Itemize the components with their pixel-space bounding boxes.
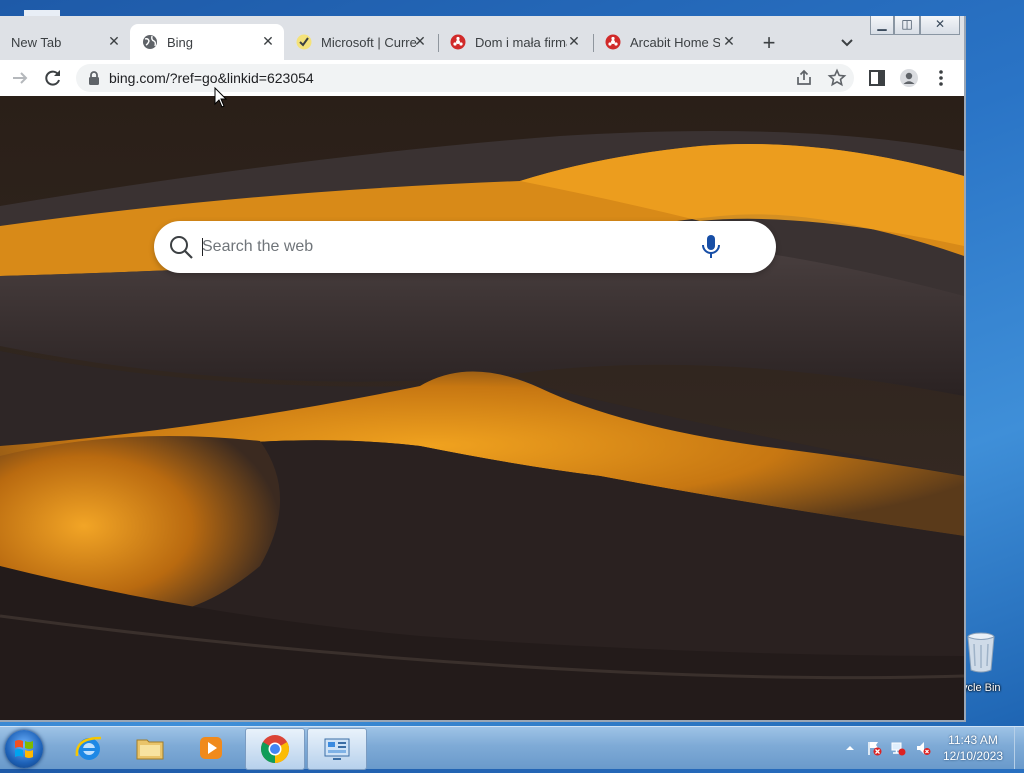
globe-icon	[143, 35, 157, 49]
tab-separator	[438, 34, 439, 52]
control-panel-icon	[324, 738, 350, 760]
network-icon[interactable]	[890, 740, 906, 756]
mouse-cursor	[214, 87, 228, 108]
tab-title: Microsoft | Curre	[321, 34, 417, 50]
tab-strip: New Tab ✕ Bing ✕ Microsoft | Curre ✕ Dom…	[0, 16, 964, 60]
tab-title: Arcabit Home Se	[630, 34, 720, 50]
tab-new-tab[interactable]: New Tab ✕	[0, 24, 130, 60]
microphone-icon[interactable]	[700, 234, 722, 260]
text-caret	[202, 238, 203, 256]
clock-date: 12/10/2023	[942, 749, 1004, 763]
taskbar-media-player[interactable]	[182, 728, 240, 768]
tab-title: Dom i mała firma	[475, 34, 567, 50]
taskbar-chrome[interactable]	[245, 728, 305, 770]
media-player-icon	[200, 737, 222, 759]
tab-title: Bing	[167, 34, 194, 50]
biohazard-icon	[605, 34, 621, 50]
tab-title: New Tab	[11, 34, 62, 50]
share-icon[interactable]	[794, 68, 814, 88]
search-box[interactable]	[154, 221, 776, 273]
show-desktop-button[interactable]	[1014, 727, 1024, 769]
volume-muted-icon[interactable]	[915, 740, 931, 756]
star-icon[interactable]	[827, 68, 847, 88]
tab-arcabit[interactable]: Arcabit Home Se ✕	[595, 24, 745, 60]
bing-homepage	[0, 96, 964, 720]
taskbar-control-panel[interactable]	[307, 728, 367, 770]
start-button[interactable]	[5, 730, 43, 768]
reload-icon[interactable]	[43, 68, 63, 88]
taskbar-file-explorer[interactable]	[121, 728, 179, 768]
internet-explorer-icon	[75, 736, 102, 760]
maximize-button[interactable]: ◫	[894, 16, 920, 35]
toolbar: bing.com/?ref=go&linkid=623054	[0, 60, 964, 96]
folder-icon	[136, 739, 164, 760]
search-icon	[170, 236, 193, 259]
minimize-button[interactable]: ▁	[870, 16, 894, 35]
new-tab-button[interactable]: +	[757, 32, 781, 56]
profile-avatar-icon[interactable]	[899, 68, 919, 88]
windows-logo-icon	[15, 740, 33, 758]
side-panel-icon[interactable]	[867, 68, 887, 88]
browser-window: New Tab ✕ Bing ✕ Microsoft | Curre ✕ Dom…	[0, 16, 966, 722]
tab-close-icon[interactable]: ✕	[106, 33, 122, 49]
address-bar[interactable]: bing.com/?ref=go&linkid=623054	[76, 64, 854, 92]
action-center-flag-icon[interactable]	[866, 740, 882, 756]
show-hidden-icons-icon[interactable]	[842, 740, 858, 756]
taskbar: 11:43 AM 12/10/2023	[0, 726, 1024, 770]
forward-icon[interactable]	[10, 68, 30, 88]
tab-close-icon[interactable]: ✕	[566, 33, 582, 49]
taskbar-internet-explorer[interactable]	[60, 728, 118, 768]
kebab-menu-icon[interactable]	[931, 68, 951, 88]
tab-close-icon[interactable]: ✕	[260, 33, 276, 49]
chevron-down-icon[interactable]	[838, 34, 856, 52]
tab-separator	[593, 34, 594, 52]
chrome-icon	[261, 735, 289, 763]
lock-icon[interactable]	[86, 70, 102, 86]
checkmark-icon	[296, 34, 312, 50]
biohazard-icon	[450, 34, 466, 50]
tab-microsoft[interactable]: Microsoft | Curre ✕	[286, 24, 436, 60]
tab-close-icon[interactable]: ✕	[412, 33, 428, 49]
recycle-bin-icon	[967, 632, 995, 673]
tab-close-icon[interactable]: ✕	[721, 33, 737, 49]
close-window-button[interactable]: ✕	[920, 16, 960, 35]
tab-dom-i-mala-firma[interactable]: Dom i mała firma ✕	[440, 24, 590, 60]
url-text[interactable]: bing.com/?ref=go&linkid=623054	[109, 70, 314, 86]
background-image-desert-dunes	[0, 96, 964, 720]
recycle-bin-label: ycle Bin	[962, 682, 1001, 694]
search-input[interactable]	[202, 231, 682, 263]
tab-bing[interactable]: Bing ✕	[130, 24, 284, 60]
clock[interactable]: 11:43 AM 12/10/2023	[932, 732, 1014, 764]
clock-time: 11:43 AM	[948, 733, 998, 747]
